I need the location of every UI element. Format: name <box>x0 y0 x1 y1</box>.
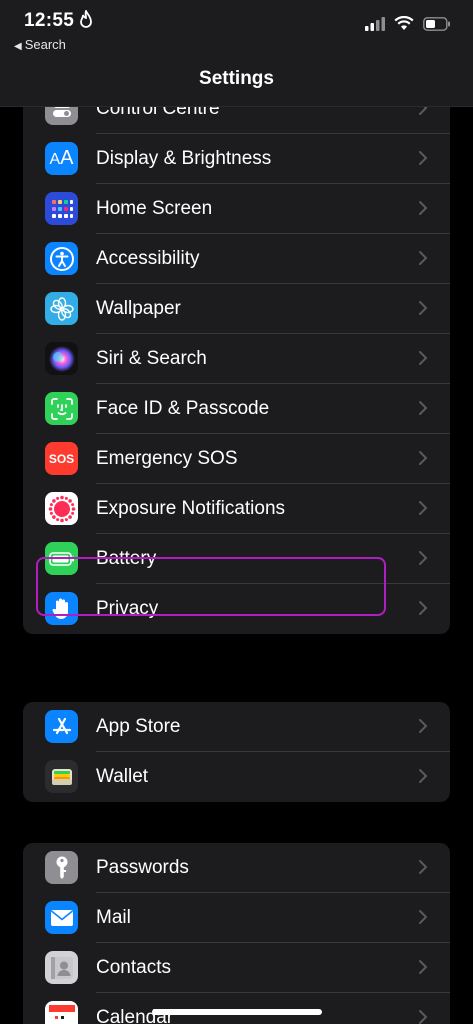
settings-group-system: Control Centre AA Display & Brightness H… <box>23 84 450 634</box>
calendar-icon <box>45 1001 78 1024</box>
status-time: 12:55 <box>24 10 75 31</box>
chevron-right-icon <box>419 1010 428 1024</box>
row-label: Wallet <box>96 766 149 787</box>
exposure-icon <box>45 492 78 525</box>
settings-row-emergency-sos[interactable]: SOS Emergency SOS <box>23 434 450 484</box>
wallet-icon <box>45 760 78 793</box>
navigation-header: 12:55 ◀ Search Settings <box>0 0 473 107</box>
settings-row-mail[interactable]: Mail <box>23 893 450 943</box>
row-label: App Store <box>96 716 181 737</box>
row-label: Contacts <box>96 957 171 978</box>
row-label: Accessibility <box>96 248 200 269</box>
settings-row-face-id[interactable]: Face ID & Passcode <box>23 384 450 434</box>
chevron-right-icon <box>419 201 428 215</box>
chevron-right-icon <box>419 551 428 565</box>
back-to-search-link[interactable]: ◀ Search <box>14 37 66 52</box>
chevron-right-icon <box>419 601 428 615</box>
settings-row-accessibility[interactable]: Accessibility <box>23 234 450 284</box>
settings-row-contacts[interactable]: Contacts <box>23 943 450 993</box>
row-label: Mail <box>96 907 131 928</box>
back-arrow-icon: ◀ <box>14 41 22 52</box>
battery-highlight-annotation <box>36 557 386 616</box>
chevron-right-icon <box>419 960 428 974</box>
row-label: Face ID & Passcode <box>96 398 270 419</box>
display-brightness-icon: AA <box>45 142 78 175</box>
chevron-right-icon <box>419 451 428 465</box>
settings-group-accounts: Passwords Mail Contacts Calendar <box>23 843 450 1024</box>
mail-icon <box>45 901 78 934</box>
chevron-right-icon <box>419 910 428 924</box>
chevron-right-icon <box>419 301 428 315</box>
settings-row-app-store[interactable]: App Store <box>23 702 450 752</box>
face-id-icon <box>45 392 78 425</box>
row-label: Exposure Notifications <box>96 498 286 519</box>
sos-icon-text: SOS <box>48 451 75 466</box>
battery-status-icon <box>423 16 450 31</box>
row-label: Siri & Search <box>96 348 207 369</box>
status-indicators <box>365 16 451 31</box>
wallpaper-icon <box>45 292 78 325</box>
row-label: Display & Brightness <box>96 148 272 169</box>
wifi-icon <box>394 16 414 30</box>
contacts-icon <box>45 951 78 984</box>
settings-row-wallet[interactable]: Wallet <box>23 752 450 802</box>
chevron-right-icon <box>419 769 428 783</box>
row-label: Emergency SOS <box>96 448 238 469</box>
chevron-right-icon <box>419 251 428 265</box>
settings-row-passwords[interactable]: Passwords <box>23 843 450 893</box>
settings-row-wallpaper[interactable]: Wallpaper <box>23 284 450 334</box>
chevron-right-icon <box>419 719 428 733</box>
cellular-signal-icon <box>365 16 385 31</box>
row-label: Passwords <box>96 857 189 878</box>
back-label: Search <box>24 37 66 52</box>
chevron-right-icon <box>419 351 428 365</box>
sos-icon: SOS <box>45 442 78 475</box>
chevron-right-icon <box>419 151 428 165</box>
app-store-icon <box>45 710 78 743</box>
settings-row-exposure-notifications[interactable]: Exposure Notifications <box>23 484 450 534</box>
settings-group-store: App Store Wallet <box>23 702 450 802</box>
home-indicator[interactable] <box>152 1009 322 1015</box>
settings-row-display-brightness[interactable]: AA Display & Brightness <box>23 134 450 184</box>
chevron-right-icon <box>419 401 428 415</box>
chevron-right-icon <box>419 501 428 515</box>
home-screen-icon <box>45 192 78 225</box>
accessibility-icon <box>45 242 78 275</box>
page-title: Settings <box>199 68 274 89</box>
settings-row-siri-search[interactable]: Siri & Search <box>23 334 450 384</box>
chevron-right-icon <box>419 860 428 874</box>
flame-icon <box>80 10 92 28</box>
siri-icon <box>45 342 78 375</box>
key-icon <box>45 851 78 884</box>
row-label: Home Screen <box>96 198 213 219</box>
settings-row-home-screen[interactable]: Home Screen <box>23 184 450 234</box>
row-label: Wallpaper <box>96 298 181 319</box>
